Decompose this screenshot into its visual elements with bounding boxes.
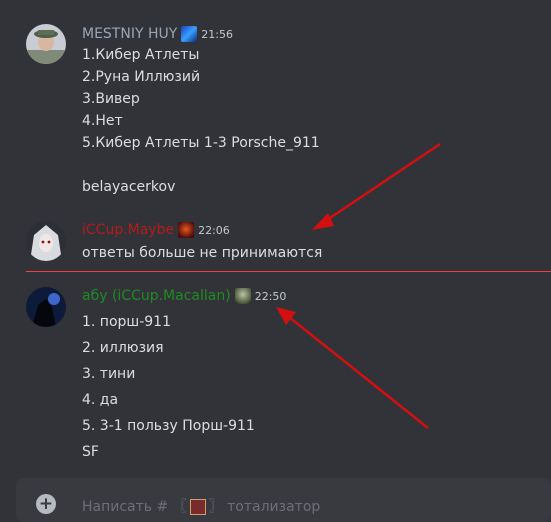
- annotation-arrow: [317, 142, 441, 228]
- message-composer[interactable]: + Написать # 〖 〗 тотализатор: [16, 478, 551, 522]
- placeholder-channel: тотализатор: [227, 499, 321, 515]
- channel-decoration-icon: 〗: [208, 499, 223, 515]
- author-name[interactable]: MESTNIY HUY: [82, 26, 177, 42]
- timestamp: 22:06: [198, 223, 230, 237]
- timestamp: 21:56: [201, 27, 233, 41]
- message-line: SF: [82, 444, 99, 460]
- arrow-head-icon: [276, 307, 296, 325]
- add-attachment-icon[interactable]: +: [36, 494, 56, 514]
- role-badge-icon: [178, 222, 195, 238]
- new-messages-divider: [26, 271, 551, 272]
- placeholder-prefix: Написать #: [82, 499, 169, 515]
- message-line: 5.Кибер Атлеты 1-3 Porsche_911: [82, 135, 320, 151]
- author-name[interactable]: iCCup.Maybe: [82, 222, 174, 238]
- avatar[interactable]: [26, 24, 66, 64]
- message-line: 3. тини: [82, 366, 136, 382]
- channel-decoration-icon: 〖: [172, 499, 187, 515]
- role-badge-icon: [234, 288, 251, 304]
- message-line: 1. порш-911: [82, 314, 171, 330]
- timestamp: 22:50: [254, 289, 287, 303]
- message-header: абу (iCCup.Macallan) 22:50: [82, 288, 286, 304]
- message-line: 4.Нет: [82, 113, 123, 129]
- message-line: ответы больше не принимаются: [82, 245, 323, 261]
- message-header: iCCup.Maybe 22:06: [82, 222, 230, 238]
- message-line: belayacerkov: [82, 179, 176, 195]
- channel-emoji-icon: [189, 499, 206, 515]
- avatar[interactable]: [26, 221, 66, 261]
- message-input-placeholder[interactable]: Написать # 〖 〗 тотализатор: [82, 496, 320, 516]
- author-name[interactable]: абу (iCCup.Macallan): [82, 288, 231, 304]
- message-line: 2.Руна Иллюзий: [82, 69, 201, 85]
- arrow-head-icon: [312, 213, 334, 230]
- message-line: 4. да: [82, 392, 119, 408]
- message-line: 5. 3-1 пользу Порш-911: [82, 418, 255, 434]
- message-line: 3.Вивер: [82, 91, 140, 107]
- message-line: 1.Кибер Атлеты: [82, 47, 200, 63]
- role-badge-icon: [181, 26, 198, 42]
- message-header: MESTNIY HUY 21:56: [82, 26, 233, 42]
- avatar[interactable]: [26, 287, 66, 327]
- annotation-arrow: [283, 312, 429, 429]
- message-line: 2. иллюзия: [82, 340, 164, 356]
